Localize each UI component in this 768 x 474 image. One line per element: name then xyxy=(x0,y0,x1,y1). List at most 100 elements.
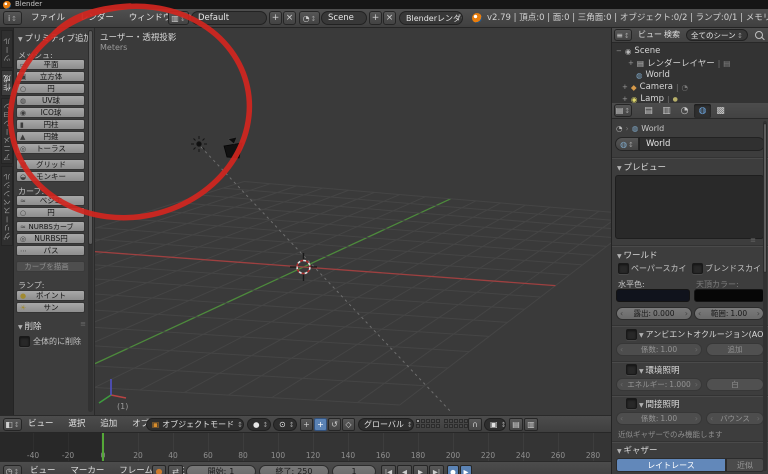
add-nurbs-curve-button[interactable]: ≈ NURBSカーブ xyxy=(16,221,85,232)
sync-playback-button[interactable]: ⇄ xyxy=(168,465,183,474)
add-screen-button[interactable] xyxy=(269,11,282,25)
delete-screen-button[interactable] xyxy=(283,11,296,25)
editor-type-button[interactable]: ≡ xyxy=(614,29,632,41)
add-circle-button[interactable]: ○ 円 xyxy=(16,83,85,94)
menu-marker[interactable]: マーカー xyxy=(64,462,110,474)
delete-scene-button[interactable] xyxy=(383,11,396,25)
delete-globally-checkbox[interactable] xyxy=(19,336,30,347)
menu-add[interactable]: 追加 xyxy=(94,416,123,433)
row-label[interactable]: Scene xyxy=(634,46,660,56)
add-point-lamp-button[interactable]: ● ポイント xyxy=(16,290,85,301)
id-browse-button[interactable]: ◍ xyxy=(615,137,639,151)
shelf-tab-grease-pencil[interactable]: グリースペンシル xyxy=(1,166,13,246)
row-label[interactable]: レンダーレイヤー xyxy=(647,57,715,69)
add-primitive-panel-header[interactable]: プリミティブ追加 xyxy=(18,32,93,44)
scene-field[interactable]: Scene xyxy=(321,11,367,25)
panel-grip-icon[interactable]: ≡ xyxy=(80,320,86,328)
shelf-scrollbar-thumb[interactable] xyxy=(88,30,93,245)
properties-scrollbar[interactable] xyxy=(763,121,767,471)
menu-view[interactable]: ビュー xyxy=(22,416,60,433)
add-monkey-button[interactable]: ◒ モンキー xyxy=(16,171,85,182)
manipulator-scale-button[interactable]: ◇ xyxy=(342,418,355,431)
tab-texture[interactable]: ▩ xyxy=(712,104,729,118)
add-plane-button[interactable]: ▭ 平面 xyxy=(16,59,85,70)
autokey-record-button[interactable]: ● xyxy=(152,465,166,474)
add-bezier-button[interactable]: ≈ ベジエ xyxy=(16,195,85,206)
viewport-3d[interactable]: ユーザー・透視投影 Meters (1) xyxy=(95,28,612,415)
tab-scene[interactable]: ◔ xyxy=(676,104,693,118)
screen-layout-icon-button[interactable]: ▥ xyxy=(168,11,189,25)
shelf-tab-animation[interactable]: アニメーション xyxy=(1,98,13,164)
layer-toggle[interactable] xyxy=(454,424,458,428)
layers-widget[interactable] xyxy=(416,419,468,428)
opengl-render-button[interactable]: ▤ xyxy=(509,418,523,431)
add-path-button[interactable]: ⋯ パス xyxy=(16,245,85,256)
layer-toggle[interactable] xyxy=(436,419,440,423)
layer-toggle[interactable] xyxy=(449,424,453,428)
editor-type-button[interactable]: ◷ xyxy=(3,465,22,474)
expander-icon[interactable]: + xyxy=(628,59,634,67)
row-label[interactable]: Camera xyxy=(640,82,673,92)
menu-file[interactable]: ファイル xyxy=(25,9,71,27)
layer-toggle[interactable] xyxy=(421,419,425,423)
mode-select[interactable]: ▣ オブジェクトモード xyxy=(146,418,244,431)
paper-sky-checkbox[interactable] xyxy=(618,263,629,274)
properties-scrollbar-thumb[interactable] xyxy=(763,123,767,273)
shelf-scrollbar[interactable] xyxy=(88,30,93,412)
frame-end-field[interactable]: 終了: 250 xyxy=(259,465,329,474)
editor-type-button[interactable]: ◧ xyxy=(3,418,22,431)
horizon-color-swatch[interactable] xyxy=(616,289,690,302)
layer-toggle[interactable] xyxy=(416,424,420,428)
layer-toggle[interactable] xyxy=(436,424,440,428)
tab-render-layers[interactable]: ▥ xyxy=(658,104,675,118)
frame-start-field[interactable]: 開始: 1 xyxy=(186,465,256,474)
lamp-object[interactable] xyxy=(191,136,207,152)
add-scene-button[interactable] xyxy=(369,11,382,25)
draw-curve-button[interactable]: カーブを描画 xyxy=(16,261,85,272)
indirect-factor-slider[interactable]: 係数: 1.00 xyxy=(616,412,702,425)
layer-toggle[interactable] xyxy=(454,419,458,423)
indirect-lighting-panel-header[interactable]: 間接照明 xyxy=(617,398,680,410)
layer-toggle[interactable] xyxy=(449,419,453,423)
gather-approximate-toggle[interactable]: 近似 xyxy=(726,458,764,472)
layer-toggle[interactable] xyxy=(459,424,463,428)
panel-resize-grip-icon[interactable]: ≡ xyxy=(750,236,756,244)
outliner-row-camera[interactable]: + ◆ Camera | ◔ xyxy=(622,81,688,93)
jump-to-end-button[interactable]: ▶| xyxy=(429,465,444,474)
tab-world[interactable]: ◍ xyxy=(694,104,711,118)
snap-element-select[interactable]: ▣ xyxy=(484,418,506,431)
layer-toggle[interactable] xyxy=(421,424,425,428)
preview-panel-header[interactable]: プレビュー xyxy=(617,161,667,173)
layer-toggle[interactable] xyxy=(444,424,448,428)
add-torus-button[interactable]: ◎ トーラス xyxy=(16,143,85,154)
manipulator-translate-button[interactable]: + xyxy=(314,418,327,431)
env-color-button[interactable]: 白 xyxy=(706,378,764,391)
render-engine-select[interactable]: Blenderレンダー xyxy=(399,11,463,25)
manipulator-axis-button[interactable]: + xyxy=(300,418,313,431)
opengl-render-anim-button[interactable]: ▥ xyxy=(524,418,538,431)
delete-panel-header[interactable]: 削除 xyxy=(18,320,42,332)
zenith-color-swatch[interactable] xyxy=(694,289,764,302)
ao-blend-mode-button[interactable]: 追加 xyxy=(706,343,764,356)
timeline-strip[interactable]: -40-200204060801001201401601802002202402… xyxy=(0,433,612,461)
ao-panel-header[interactable]: アンビエントオクルージョン(AO) xyxy=(617,329,767,340)
layer-toggle[interactable] xyxy=(426,424,430,428)
keying-button[interactable]: ● xyxy=(447,465,459,474)
add-cube-button[interactable]: ▣ 立方体 xyxy=(16,71,85,82)
play-reverse-button[interactable]: ◀ xyxy=(397,465,412,474)
current-frame-line[interactable] xyxy=(102,433,104,461)
shelf-tab-tools[interactable]: ツール xyxy=(1,30,13,68)
expander-icon[interactable]: − xyxy=(616,47,622,55)
gather-panel-header[interactable]: ギャザー xyxy=(617,444,658,456)
id-name-field[interactable]: World xyxy=(639,137,765,151)
outliner-row-scene[interactable]: − ◉ Scene xyxy=(616,45,660,57)
add-nurbs-circle-button[interactable]: ◎ NURBS円 xyxy=(16,233,85,244)
layer-toggle[interactable] xyxy=(444,419,448,423)
layer-toggle[interactable] xyxy=(431,424,435,428)
current-frame-field[interactable]: 1 xyxy=(332,465,376,474)
outliner-row-world[interactable]: ◍ World xyxy=(636,69,670,81)
menu-select[interactable]: 選択 xyxy=(62,416,91,433)
screen-layout-field[interactable]: Default xyxy=(191,11,267,25)
snap-magnet-button[interactable]: ∩ xyxy=(468,418,482,431)
viewport-shading-select[interactable]: ● xyxy=(247,418,271,431)
